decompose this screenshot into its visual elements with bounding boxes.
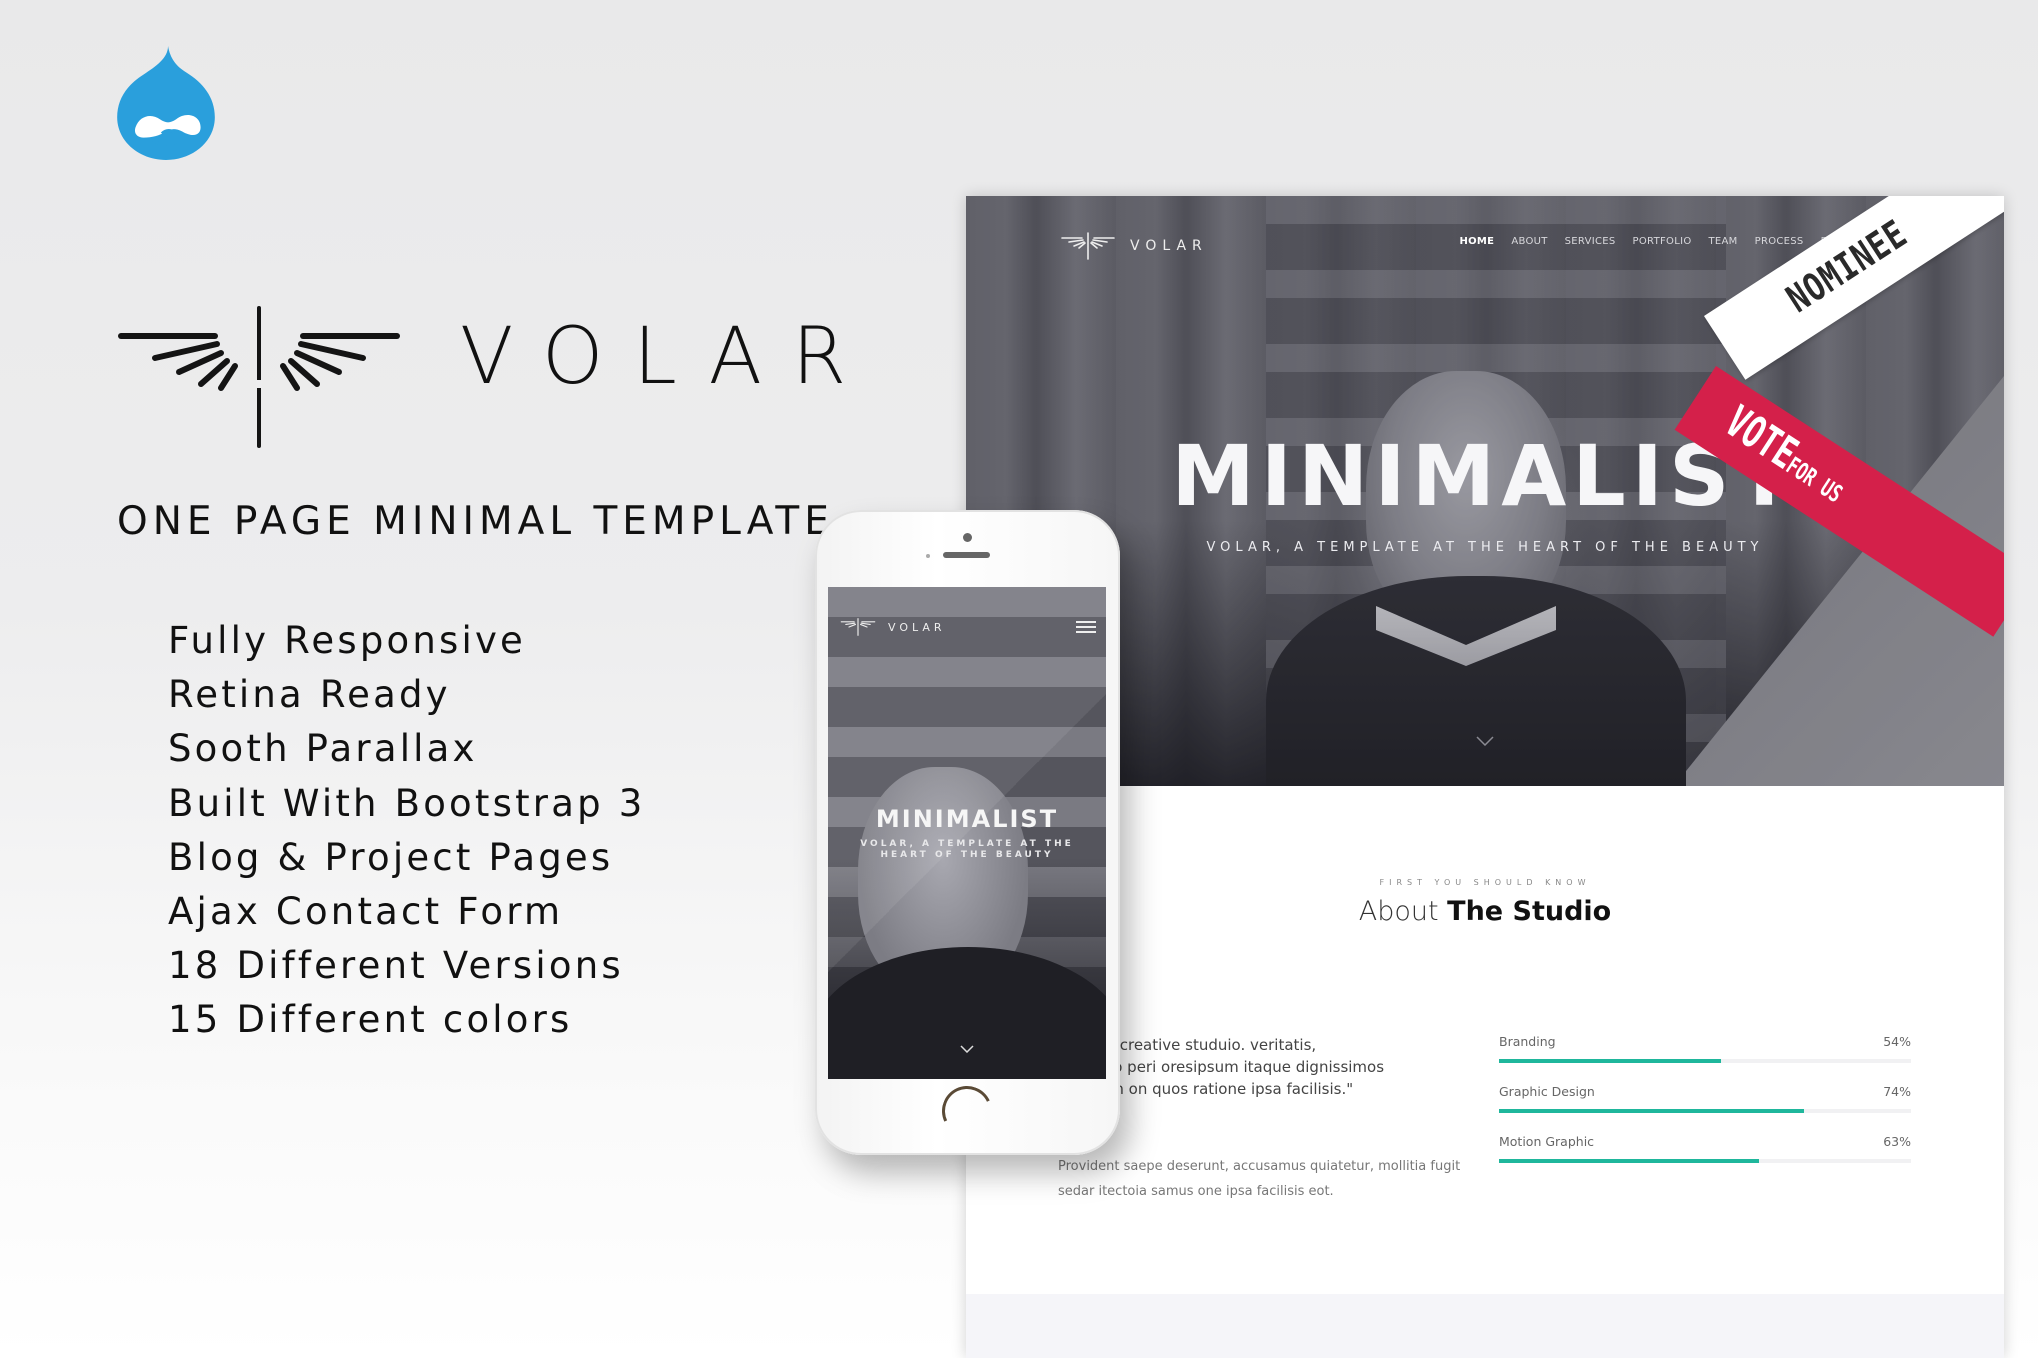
feature-item: 15 Different colors [168,998,573,1042]
skill-bar: Motion Graphic 63% [1499,1134,1911,1184]
skill-bar: Graphic Design 74% [1499,1084,1911,1134]
feature-item: Blog & Project Pages [168,835,614,879]
hero-title: MINIMALIST [1171,427,1799,525]
phone-hero-subtitle: VOLAR, A TEMPLATE AT THE HEART OF THE BE… [860,839,1074,860]
phone-mockup: VOLAR MINIMALIST VOLAR, A TEMPLATE AT TH… [815,510,1120,1155]
drupal-icon [115,44,217,162]
about-title-light: About [1358,896,1439,927]
desktop-mockup: VOLAR HOME ABOUT SERVICES PORTFOLIO TEAM… [966,196,2004,1358]
skills-list: Branding 54% Graphic Design 74% Motion G… [1499,1034,1911,1184]
skill-fill [1499,1109,1804,1113]
stats-section [966,1294,2004,1358]
nav-process[interactable]: PROCESS [1755,236,1804,247]
phone-hero-title: MINIMALIST [875,805,1059,833]
brand-tagline: ONE PAGE MINIMAL TEMPLATE [117,499,834,544]
nav-portfolio[interactable]: PORTFOLIO [1633,236,1692,247]
about-kicker: FIRST YOU SHOULD KNOW [1379,878,1591,887]
feature-item: 18 Different Versions [168,944,624,988]
nav-about[interactable]: ABOUT [1511,236,1547,247]
skill-track [1499,1109,1911,1113]
hero-subtitle: VOLAR, A TEMPLATE AT THE HEART OF THE BE… [1206,540,1764,555]
skill-label: Motion Graphic [1499,1134,1595,1149]
skill-bar: Branding 54% [1499,1034,1911,1084]
phone-speaker [943,552,990,558]
nav-services[interactable]: SERVICES [1565,236,1616,247]
feature-item: Sooth Parallax [168,727,478,771]
wings-icon [840,618,876,636]
chevron-down-icon[interactable] [960,1045,974,1053]
skill-fill [1499,1159,1759,1163]
chevron-down-icon[interactable] [1476,736,1494,746]
phone-sensor [926,554,930,558]
skill-percent: 63% [1883,1134,1911,1149]
brand-name: VOLAR [460,312,877,402]
nav-team[interactable]: TEAM [1709,236,1738,247]
phone-hero-overlay [828,587,1106,1079]
skill-track [1499,1159,1911,1163]
skill-fill [1499,1059,1722,1063]
skill-label: Branding [1499,1034,1556,1049]
feature-item: Retina Ready [168,673,451,717]
site-logo-text: VOLAR [1130,238,1208,254]
skill-label: Graphic Design [1499,1084,1595,1099]
volar-wings-logo [117,306,401,448]
feature-item: Ajax Contact Form [168,890,564,934]
skill-percent: 54% [1883,1034,1911,1049]
phone-camera [963,533,972,542]
phone-logo-text: VOLAR [888,620,946,634]
site-logo[interactable]: VOLAR [1060,232,1208,260]
wings-icon [1061,232,1115,260]
about-title-bold: The Studio [1447,896,1612,927]
about-description: Provident saepe deserunt, accusamus quia… [1058,1159,1461,1199]
phone-screen: VOLAR MINIMALIST VOLAR, A TEMPLATE AT TH… [828,587,1106,1079]
skill-percent: 74% [1883,1084,1911,1099]
feature-item: Built With Bootstrap 3 [168,781,646,825]
feature-list: Fully Responsive Retina Ready Sooth Para… [168,614,645,1048]
about-title: About The Studio [966,896,2004,927]
skill-track [1499,1059,1911,1063]
main-nav: HOME ABOUT SERVICES PORTFOLIO TEAM PROCE… [1459,236,1916,247]
nav-blog[interactable]: BLOG [1821,236,1850,247]
hero-section: VOLAR HOME ABOUT SERVICES PORTFOLIO TEAM… [966,196,2004,786]
nav-contact[interactable]: CONTACT [1866,236,1916,247]
phone-home-button [934,1078,1000,1144]
hamburger-menu-icon[interactable] [1076,621,1096,633]
phone-site-logo[interactable]: VOLAR [838,618,946,636]
nav-home[interactable]: HOME [1459,236,1494,247]
feature-item: Fully Responsive [168,619,527,662]
